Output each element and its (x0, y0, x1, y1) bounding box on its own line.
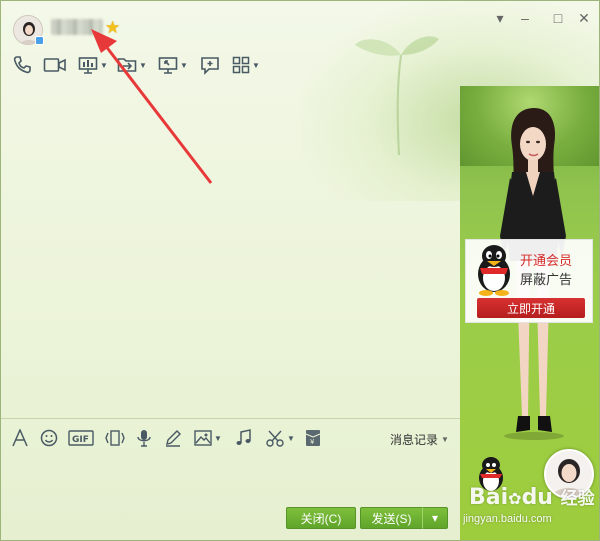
apps-icon[interactable]: ▼ (232, 54, 260, 76)
star-icon[interactable]: ★ (105, 18, 120, 38)
online-status-icon (35, 36, 44, 45)
gif-icon[interactable]: GIF (68, 428, 94, 448)
message-history-link[interactable]: 消息记录 ▼ (390, 431, 449, 448)
vip-ad-card[interactable]: 开通会员 屏蔽广告 立即开通 (465, 239, 593, 323)
image-icon[interactable]: ▼ (194, 428, 222, 448)
close-window-button[interactable]: ✕ (575, 9, 593, 27)
screenshot-icon[interactable]: ▼ (265, 428, 295, 448)
chat-window: ★ ▾ – □ ✕ ▼ ▼ ▼ ▼ GIF ▼ ▼ ¥ 消息记录 ▼ 关闭(C)… (0, 0, 600, 541)
paw-icon: ✿ (508, 489, 522, 508)
new-discussion-icon[interactable] (200, 54, 220, 76)
chevron-down-icon[interactable]: ▼ (139, 61, 147, 70)
music-icon[interactable] (235, 428, 253, 448)
watermark-brand: Bai (469, 485, 509, 510)
send-button[interactable]: 发送(S) (360, 507, 422, 529)
chevron-down-icon[interactable]: ▼ (287, 434, 295, 443)
font-icon[interactable] (11, 428, 29, 448)
gif-label: GIF (72, 435, 89, 445)
contact-name[interactable] (51, 19, 103, 35)
remote-desktop-icon[interactable]: ▼ (158, 54, 188, 76)
watermark-url: jingyan.baidu.com (463, 513, 552, 525)
screen-share-icon[interactable]: ▼ (78, 54, 108, 76)
red-packet-icon[interactable]: ¥ (305, 428, 321, 448)
chat-splitter[interactable] (1, 418, 460, 419)
window-dropdown-button[interactable]: ▾ (491, 9, 509, 27)
chevron-down-icon[interactable]: ▼ (252, 61, 260, 70)
message-input[interactable] (1, 451, 460, 501)
shake-icon[interactable] (104, 428, 126, 448)
file-transfer-icon[interactable]: ▼ (117, 54, 147, 76)
ad-title: 开通会员 (520, 253, 573, 268)
ad-subtitle: 屏蔽广告 (520, 272, 573, 287)
voice-icon[interactable] (136, 428, 152, 448)
maximize-button[interactable]: □ (549, 9, 567, 27)
watermark-brand-2: du (521, 485, 553, 510)
chevron-down-icon[interactable]: ▼ (214, 434, 222, 443)
send-options-button[interactable]: ▾ (422, 507, 448, 529)
video-icon[interactable] (43, 54, 67, 76)
chat-history-area[interactable] (1, 86, 460, 418)
message-history-label: 消息记录 (390, 433, 439, 447)
penguin-icon (478, 245, 510, 296)
svg-text:¥: ¥ (310, 438, 315, 446)
chevron-down-icon[interactable]: ▼ (441, 435, 449, 444)
minimize-button[interactable]: – (516, 9, 534, 27)
emoji-icon[interactable] (40, 428, 58, 448)
baidu-watermark: Bai✿du 经验 (469, 484, 595, 510)
watermark-brand-cn: 经验 (560, 489, 595, 509)
chevron-down-icon[interactable]: ▼ (100, 61, 108, 70)
phone-icon[interactable] (12, 54, 32, 76)
activate-vip-button[interactable]: 立即开通 (477, 298, 585, 318)
close-chat-button[interactable]: 关闭(C) (286, 507, 356, 529)
handwriting-icon[interactable] (164, 428, 182, 448)
chevron-down-icon[interactable]: ▼ (180, 61, 188, 70)
